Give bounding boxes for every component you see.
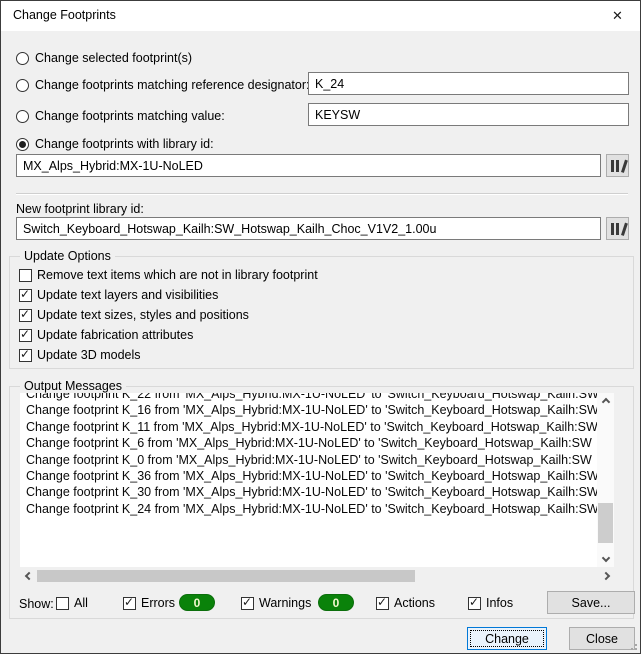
title-bar: Change Footprints ✕ bbox=[1, 1, 640, 31]
window-title: Change Footprints bbox=[13, 8, 116, 22]
filter-actions[interactable]: Actions bbox=[376, 595, 435, 611]
message-line: Change footprint K_6 from 'MX_Alps_Hybri… bbox=[26, 436, 592, 451]
checkbox[interactable] bbox=[19, 347, 32, 362]
radio-button[interactable] bbox=[16, 137, 29, 151]
scroll-down-icon[interactable] bbox=[597, 551, 614, 565]
radio-label: Change selected footprint(s) bbox=[35, 51, 193, 65]
warnings-count-badge: 0 bbox=[318, 594, 354, 611]
option-update-fabrication[interactable]: Update fabrication attributes bbox=[19, 327, 193, 343]
filter-warnings[interactable]: Warnings bbox=[241, 595, 311, 611]
horizontal-scroll-thumb[interactable] bbox=[37, 570, 415, 582]
scroll-right-icon[interactable] bbox=[597, 569, 614, 583]
radio-change-selected[interactable]: Change selected footprint(s) bbox=[16, 50, 192, 66]
checkbox[interactable] bbox=[19, 307, 32, 322]
radio-label: Change footprints with library id: bbox=[35, 137, 214, 151]
value-input[interactable] bbox=[308, 103, 629, 126]
resize-grip[interactable] bbox=[627, 640, 637, 650]
radio-button[interactable] bbox=[16, 51, 29, 65]
filter-infos[interactable]: Infos bbox=[468, 595, 513, 611]
checkbox[interactable] bbox=[123, 595, 136, 610]
output-messages-title: Output Messages bbox=[20, 379, 126, 393]
vertical-scroll-thumb[interactable] bbox=[598, 503, 613, 543]
message-lines: Change footprint K_22 from 'MX_Alps_Hybr… bbox=[20, 393, 597, 517]
radio-match-library-id[interactable]: Change footprints with library id: bbox=[16, 136, 214, 152]
option-update-text-layers[interactable]: Update text layers and visibilities bbox=[19, 287, 218, 303]
browse-library-button[interactable] bbox=[606, 154, 629, 177]
scroll-left-icon[interactable] bbox=[20, 569, 37, 583]
checkbox[interactable] bbox=[468, 595, 481, 610]
checkbox[interactable] bbox=[19, 268, 32, 282]
radio-match-value[interactable]: Change footprints matching value: bbox=[16, 108, 225, 124]
checkbox[interactable] bbox=[241, 595, 254, 610]
radio-button[interactable] bbox=[16, 109, 29, 123]
message-line: Change footprint K_0 from 'MX_Alps_Hybri… bbox=[26, 452, 592, 467]
errors-count-badge: 0 bbox=[179, 594, 215, 611]
radio-match-reference[interactable]: Change footprints matching reference des… bbox=[16, 77, 309, 93]
message-line: Change footprint K_16 from 'MX_Alps_Hybr… bbox=[26, 403, 597, 418]
message-line: Change footprint K_36 from 'MX_Alps_Hybr… bbox=[26, 469, 597, 484]
checkbox[interactable] bbox=[56, 596, 69, 610]
library-books-icon bbox=[610, 222, 628, 236]
new-footprint-input[interactable] bbox=[16, 217, 601, 240]
close-button[interactable]: Close bbox=[569, 627, 635, 650]
save-button[interactable]: Save... bbox=[547, 591, 635, 614]
message-line: Change footprint K_22 from 'MX_Alps_Hybr… bbox=[26, 393, 597, 401]
change-footprints-dialog: Change Footprints ✕ Change selected foot… bbox=[0, 0, 641, 654]
reference-designator-input[interactable] bbox=[308, 72, 629, 95]
scroll-up-icon[interactable] bbox=[597, 395, 614, 409]
option-update-3d-models[interactable]: Update 3D models bbox=[19, 347, 141, 363]
option-update-text-sizes[interactable]: Update text sizes, styles and positions bbox=[19, 307, 249, 323]
checkbox[interactable] bbox=[19, 327, 32, 342]
message-line: Change footprint K_30 from 'MX_Alps_Hybr… bbox=[26, 485, 597, 500]
update-options-title: Update Options bbox=[20, 249, 115, 263]
message-line: Change footprint K_24 from 'MX_Alps_Hybr… bbox=[26, 501, 597, 516]
library-id-input[interactable] bbox=[16, 154, 601, 177]
filter-all[interactable]: All bbox=[56, 595, 88, 611]
checkbox[interactable] bbox=[376, 595, 389, 610]
radio-label: Change footprints matching reference des… bbox=[35, 78, 310, 92]
option-remove-text-items[interactable]: Remove text items which are not in libra… bbox=[19, 267, 318, 283]
library-books-icon bbox=[610, 159, 628, 173]
horizontal-scrollbar[interactable] bbox=[20, 569, 614, 583]
vertical-scrollbar[interactable] bbox=[597, 393, 614, 567]
separator bbox=[16, 193, 628, 195]
browse-new-footprint-button[interactable] bbox=[606, 217, 629, 240]
radio-label: Change footprints matching value: bbox=[35, 109, 225, 123]
message-line: Change footprint K_11 from 'MX_Alps_Hybr… bbox=[26, 419, 597, 434]
show-label: Show: bbox=[19, 597, 54, 611]
new-footprint-label: New footprint library id: bbox=[16, 202, 144, 216]
checkbox[interactable] bbox=[19, 287, 32, 302]
filter-errors[interactable]: Errors bbox=[123, 595, 175, 611]
output-messages-list[interactable]: Change footprint K_22 from 'MX_Alps_Hybr… bbox=[20, 393, 614, 567]
radio-button[interactable] bbox=[16, 78, 29, 92]
change-button[interactable]: Change bbox=[467, 627, 547, 650]
close-icon[interactable]: ✕ bbox=[595, 1, 640, 31]
